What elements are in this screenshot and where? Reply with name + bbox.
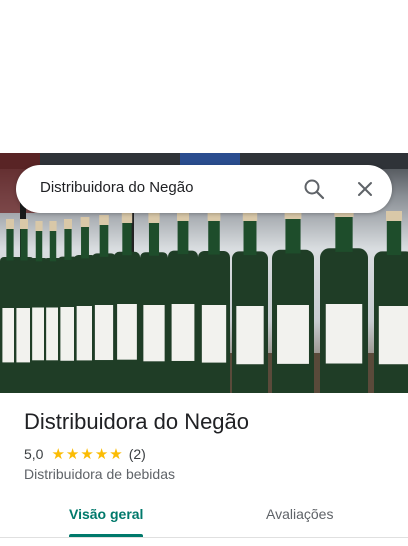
star-icon: ★	[65, 445, 80, 463]
tab-bar: Visão geral Avaliações	[0, 494, 408, 538]
review-count-link[interactable]: (2)	[129, 446, 146, 462]
bottle	[198, 211, 230, 393]
star-icon: ★	[94, 445, 109, 463]
star-icon: ★	[51, 445, 65, 463]
star-icon: ★	[109, 445, 123, 463]
rating-value: 5,0	[24, 446, 44, 462]
bottle	[114, 213, 140, 393]
place-category[interactable]: Distribuidora de bebidas	[24, 466, 175, 482]
place-title: Distribuidora do Negão	[24, 409, 250, 434]
star-rating: ★ ★ ★ ★ ★	[51, 447, 122, 462]
tab-overview[interactable]: Visão geral	[69, 506, 143, 522]
bottle	[232, 211, 268, 393]
bottle	[140, 213, 168, 393]
close-icon[interactable]	[353, 177, 377, 201]
search-icon[interactable]	[302, 177, 326, 201]
bottle	[374, 211, 408, 393]
bottle	[320, 207, 368, 393]
star-icon: ★	[80, 445, 94, 463]
search-bar[interactable]: Distribuidora do Negão	[16, 165, 392, 213]
active-tab-indicator	[69, 534, 143, 537]
bottle	[168, 211, 198, 393]
top-blank-area	[0, 0, 408, 153]
search-input[interactable]: Distribuidora do Negão	[40, 179, 193, 196]
rating-row: 5,0 ★ ★ ★ ★ ★ (2)	[24, 445, 146, 463]
bottle	[272, 209, 314, 393]
bottle	[92, 215, 116, 393]
tab-reviews[interactable]: Avaliações	[266, 506, 333, 522]
